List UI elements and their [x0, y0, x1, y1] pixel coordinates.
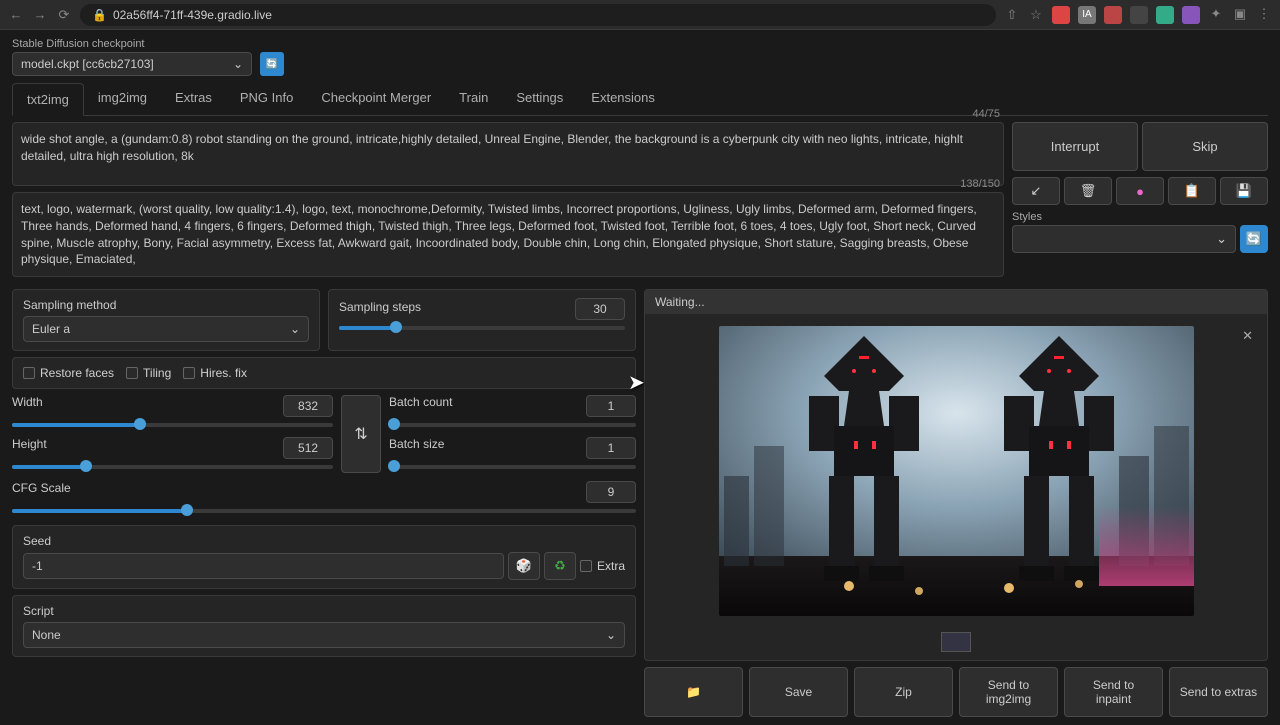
- restore-faces-check[interactable]: Restore faces: [23, 366, 114, 380]
- open-folder-button[interactable]: 📁: [644, 667, 743, 717]
- chevron-down-icon: ⌄: [233, 57, 243, 71]
- tab-img2img[interactable]: img2img: [84, 82, 161, 115]
- seed-extra-check[interactable]: Extra: [580, 559, 625, 573]
- ext-icon-4[interactable]: [1130, 6, 1148, 24]
- url-bar[interactable]: 🔒 02a56ff4-71ff-439e.gradio.live: [80, 4, 996, 26]
- reload-icon[interactable]: ⟳: [56, 7, 72, 23]
- negprompt-token-count: 138/150: [960, 178, 1000, 190]
- chevron-down-icon: ⌄: [1216, 231, 1227, 247]
- seed-reuse-button[interactable]: ♻: [544, 552, 576, 580]
- seed-random-button[interactable]: 🎲: [508, 552, 540, 580]
- height-slider[interactable]: [12, 459, 333, 473]
- ext-icon-6[interactable]: [1182, 6, 1200, 24]
- batch-size-value[interactable]: 1: [586, 437, 636, 459]
- panel-icon[interactable]: ▣: [1232, 6, 1248, 24]
- menu-icon[interactable]: ⋮: [1256, 6, 1272, 24]
- prompt-input[interactable]: wide shot angle, a (gundam:0.8) robot st…: [12, 122, 1004, 186]
- cfg-slider[interactable]: [12, 503, 636, 517]
- send-extras-button[interactable]: Send to extras: [1169, 667, 1268, 717]
- checkpoint-select[interactable]: model.ckpt [cc6cb27103] ⌄: [12, 52, 252, 76]
- tabs: txt2img img2img Extras PNG Info Checkpoi…: [12, 82, 1268, 116]
- output-status: Waiting...: [645, 290, 1267, 314]
- script-label: Script: [23, 604, 625, 618]
- zip-button[interactable]: Zip: [854, 667, 953, 717]
- save-style-tool[interactable]: 💾: [1220, 177, 1268, 205]
- script-select[interactable]: None ⌄: [23, 622, 625, 648]
- ext-icon-3[interactable]: [1104, 6, 1122, 24]
- style-create-tool[interactable]: ●: [1116, 177, 1164, 205]
- sampling-steps-value[interactable]: 30: [575, 298, 625, 320]
- width-slider[interactable]: [12, 417, 333, 431]
- height-value[interactable]: 512: [283, 437, 333, 459]
- send-img2img-button[interactable]: Send to img2img: [959, 667, 1058, 717]
- save-button[interactable]: Save: [749, 667, 848, 717]
- width-label: Width: [12, 395, 43, 413]
- forward-icon[interactable]: →: [32, 7, 48, 22]
- sampling-method-select[interactable]: Euler a ⌄: [23, 316, 309, 342]
- neg-prompt-input[interactable]: text, logo, watermark, (worst quality, l…: [12, 192, 1004, 277]
- tab-extras[interactable]: Extras: [161, 82, 226, 115]
- tiling-check[interactable]: Tiling: [126, 366, 171, 380]
- paste-tool[interactable]: ↙: [1012, 177, 1060, 205]
- height-label: Height: [12, 437, 47, 455]
- tab-settings[interactable]: Settings: [502, 82, 577, 115]
- sampling-method-label: Sampling method: [23, 298, 309, 312]
- share-icon[interactable]: ⇧: [1004, 7, 1020, 23]
- tab-txt2img[interactable]: txt2img: [12, 83, 84, 116]
- interrupt-button[interactable]: Interrupt: [1012, 122, 1138, 171]
- ext-icon-ia[interactable]: IA: [1078, 6, 1096, 24]
- send-inpaint-button[interactable]: Send to inpaint: [1064, 667, 1163, 717]
- bookmark-icon[interactable]: ☆: [1028, 7, 1044, 23]
- dim-swap-button[interactable]: ⇅: [341, 395, 381, 473]
- sampling-steps-label: Sampling steps: [339, 300, 421, 314]
- browser-bar: ← → ⟳ 🔒 02a56ff4-71ff-439e.gradio.live ⇧…: [0, 0, 1280, 30]
- output-thumbnail[interactable]: [941, 632, 971, 652]
- seed-label: Seed: [23, 534, 625, 548]
- lock-icon: 🔒: [92, 8, 107, 22]
- url-text: 02a56ff4-71ff-439e.gradio.live: [113, 8, 272, 22]
- sampling-steps-slider[interactable]: [339, 320, 625, 334]
- batch-size-slider[interactable]: [389, 459, 636, 473]
- batch-count-value[interactable]: 1: [586, 395, 636, 417]
- style-apply-tool[interactable]: 📋: [1168, 177, 1216, 205]
- styles-refresh-button[interactable]: 🔄: [1240, 225, 1268, 253]
- clear-tool[interactable]: 🗑: [1064, 177, 1112, 205]
- hires-fix-check[interactable]: Hires. fix: [183, 366, 247, 380]
- checkpoint-label: Stable Diffusion checkpoint: [12, 38, 252, 50]
- prompt-token-count: 44/75: [972, 108, 1000, 120]
- styles-select[interactable]: ⌄: [1012, 225, 1236, 253]
- styles-label: Styles: [1012, 211, 1268, 223]
- ext-icon-1[interactable]: [1052, 6, 1070, 24]
- chevron-down-icon: ⌄: [606, 628, 616, 642]
- extensions-icon[interactable]: ✦: [1208, 6, 1224, 24]
- batch-count-slider[interactable]: [389, 417, 636, 431]
- seed-input[interactable]: -1: [23, 553, 504, 579]
- width-value[interactable]: 832: [283, 395, 333, 417]
- generated-image: [719, 326, 1194, 616]
- cfg-label: CFG Scale: [12, 481, 71, 499]
- tab-extensions[interactable]: Extensions: [577, 82, 669, 115]
- close-icon[interactable]: ✕: [1242, 328, 1253, 344]
- tab-ckpt-merger[interactable]: Checkpoint Merger: [307, 82, 445, 115]
- checkpoint-refresh-button[interactable]: 🔄: [260, 52, 284, 76]
- skip-button[interactable]: Skip: [1142, 122, 1268, 171]
- output-image: ✕: [645, 314, 1267, 628]
- back-icon[interactable]: ←: [8, 7, 24, 22]
- tab-pnginfo[interactable]: PNG Info: [226, 82, 307, 115]
- cfg-value[interactable]: 9: [586, 481, 636, 503]
- ext-icon-5[interactable]: [1156, 6, 1174, 24]
- batch-count-label: Batch count: [389, 395, 452, 413]
- chevron-down-icon: ⌄: [290, 322, 300, 336]
- batch-size-label: Batch size: [389, 437, 444, 455]
- tab-train[interactable]: Train: [445, 82, 502, 115]
